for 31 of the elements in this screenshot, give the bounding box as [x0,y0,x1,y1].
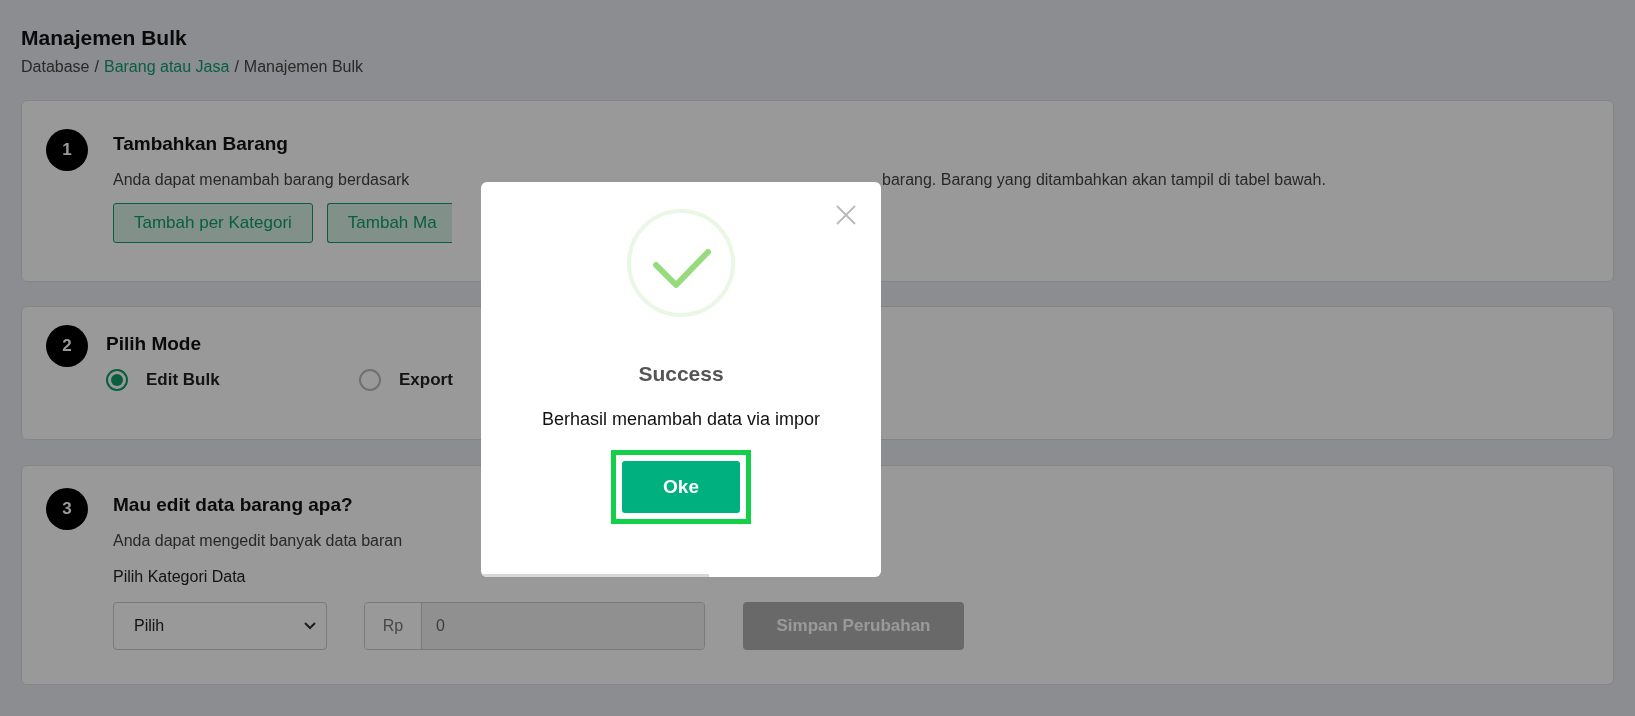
radio-button[interactable] [359,369,381,391]
add-button[interactable]: Tambah per Kategori [113,203,313,243]
radio-label: Export [399,370,453,390]
ok-button[interactable]: Oke [622,461,740,513]
step-number: 1 [46,129,88,171]
breadcrumb-separator: / [94,58,99,76]
breadcrumb-link[interactable]: Barang atau Jasa [103,58,230,76]
step-title: Mau edit data barang apa? [113,494,354,516]
step-title: Pilih Mode [106,333,202,355]
page-title: Manajemen Bulk [21,26,188,50]
breadcrumb-separator: / [234,58,239,76]
step-description: barang. Barang yang ditambahkan akan tampil di tabel bawah. [882,171,1327,189]
step-title: Tambahkan Barang [113,133,289,155]
breadcrumb-item: Manajemen Bulk [243,58,363,76]
step-number: 3 [46,488,88,530]
radio-label: Edit Bulk [146,370,220,390]
check-circle-icon [626,208,736,318]
field-label: Pilih Kategori Data [113,568,247,586]
close-icon [835,204,857,226]
dialog-message: Berhasil menambah data via impor [541,408,821,431]
chevron-down-icon [304,622,316,630]
close-button[interactable] [835,204,857,226]
category-select[interactable]: Pilih [113,602,327,650]
price-field[interactable]: Rp 0 [364,602,705,650]
dialog-title: Success [638,362,724,386]
radio-button[interactable] [106,369,128,391]
step-description: Anda dapat menambah barang berdasark [113,171,411,189]
step-description: Anda dapat mengedit banyak data baran [113,532,404,550]
add-button[interactable]: Tambah Ma [326,203,452,243]
step-number: 2 [46,325,88,367]
breadcrumb-item: Database [21,58,90,76]
